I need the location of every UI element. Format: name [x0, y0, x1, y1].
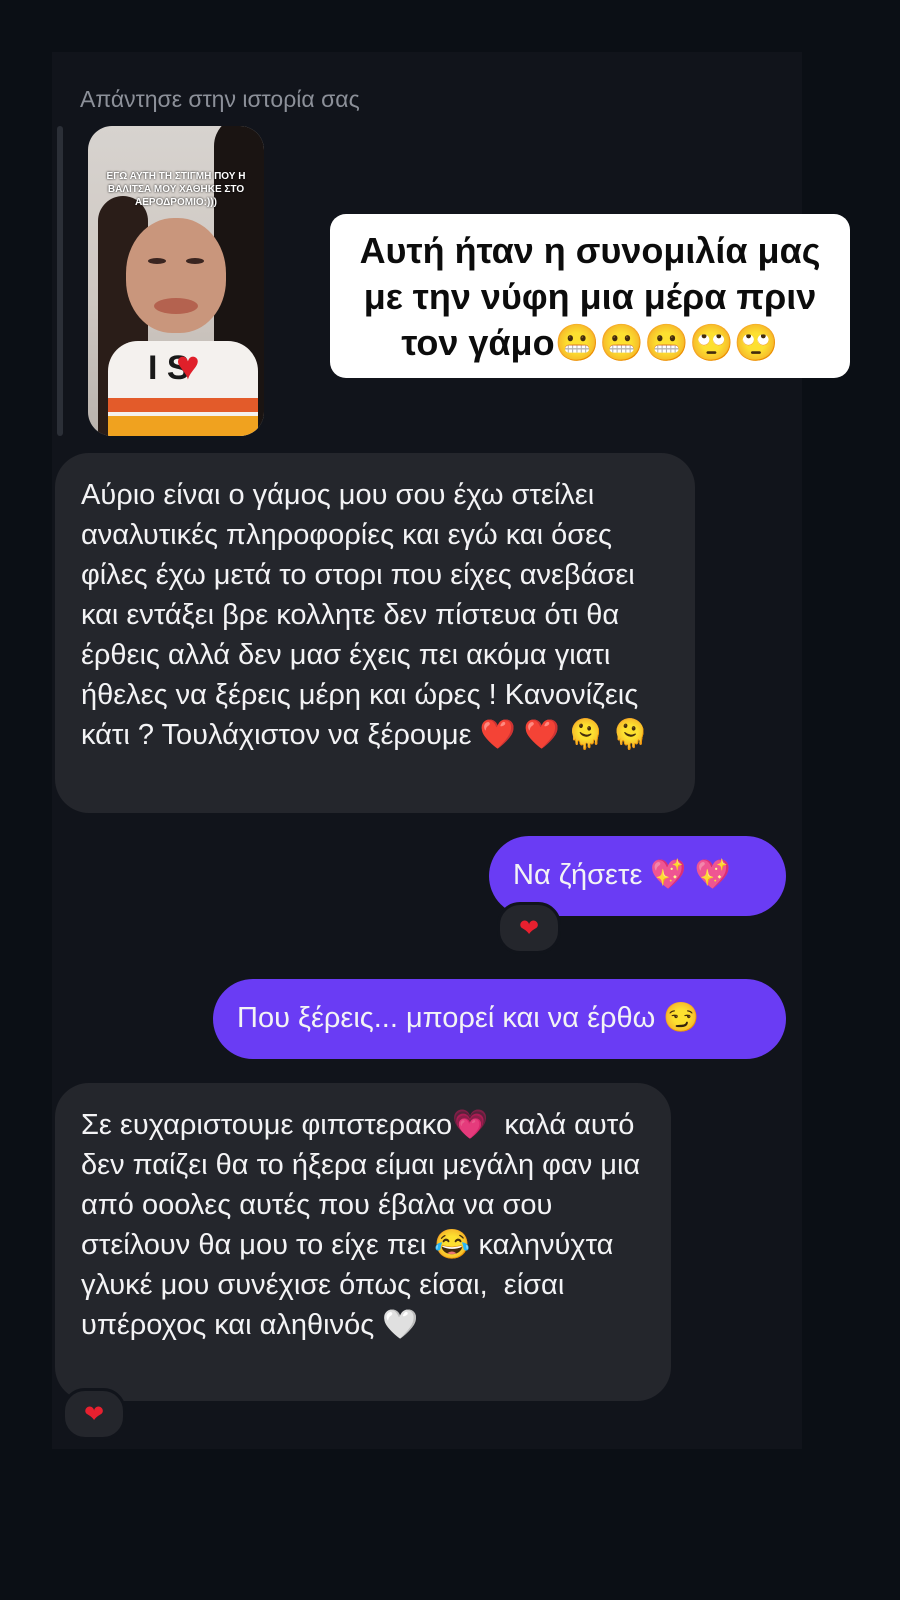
outgoing-message-2[interactable]: Που ξέρεις... μπορεί και να έρθω 😏	[213, 979, 786, 1059]
story-face-shape	[126, 218, 226, 333]
incoming-message-1[interactable]: Αύριο είναι ο γάμος μου σου έχω στείλει …	[55, 453, 695, 813]
story-eye-right	[186, 258, 204, 264]
story-lips-shape	[154, 298, 198, 314]
heart-reaction-icon-2[interactable]: ❤	[62, 1388, 126, 1440]
incoming-message-2[interactable]: Σε ευχαριστουμε φιπστερακο💗 καλά αυτό δε…	[55, 1083, 671, 1401]
story-shirt-stripe	[108, 398, 258, 412]
heart-icon: ♥	[176, 344, 200, 388]
story-shirt-stripe-2	[108, 416, 258, 436]
story-reply-caption: Απάντησε στην ιστορία σας	[80, 86, 360, 112]
reply-indicator-bar	[57, 126, 63, 436]
story-eye-left	[148, 258, 166, 264]
story-thumbnail[interactable]: I S ♥ ΕΓΩ ΑΥΤΗ ΤΗ ΣΤΙΓΜΗ ΠΟΥ Η ΒΑΛΙΤΣΑ Μ…	[88, 126, 264, 436]
story-caption-text: ΕΓΩ ΑΥΤΗ ΤΗ ΣΤΙΓΜΗ ΠΟΥ Η ΒΑΛΙΤΣΑ ΜΟΥ ΧΑΘ…	[106, 171, 246, 208]
heart-reaction-icon[interactable]: ❤	[497, 902, 561, 954]
overlay-caption: Αυτή ήταν η συνομιλία μας με την νύφη μι…	[330, 214, 850, 378]
